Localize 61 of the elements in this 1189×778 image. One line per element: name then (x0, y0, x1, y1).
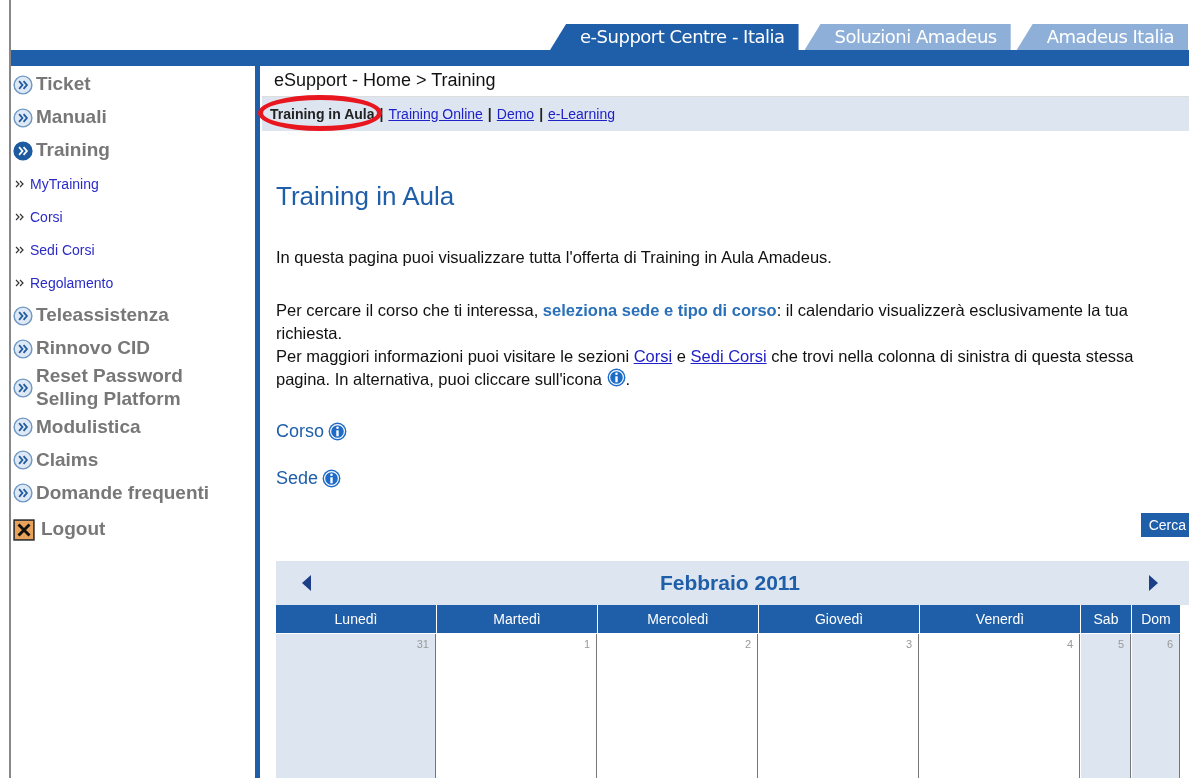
sidebar-item[interactable]: Domande frequenti (36, 481, 210, 505)
info-icon[interactable] (328, 422, 347, 442)
weekday-header: Dom (1132, 605, 1180, 634)
weekday-header: Venerdì (920, 605, 1080, 634)
sidebar-subitem[interactable]: Corsi (30, 208, 63, 225)
header-tab[interactable]: Amadeus Italia (1016, 24, 1188, 50)
sidebar-subitem[interactable]: Sedi Corsi (30, 241, 95, 258)
day-number: 1 (583, 638, 590, 652)
corsi-link[interactable]: Corsi (633, 347, 673, 366)
previous-month-icon[interactable] (302, 574, 312, 593)
info-icon[interactable] (322, 469, 342, 489)
day-cell[interactable]: 5 (1081, 634, 1131, 778)
weekday-header: Sab (1081, 605, 1131, 634)
page-title: Training in Aula (276, 181, 456, 212)
header-tab[interactable]: e-Support Centre - Italia (550, 24, 799, 50)
sidebar-item[interactable]: Rinnovo CID (36, 337, 150, 360)
double-chevron-icon (15, 245, 25, 254)
day-number: 2 (744, 638, 751, 652)
header-tab[interactable]: Soluzioni Amadeus (804, 24, 1011, 50)
sidebar-item[interactable]: Ticket (36, 73, 91, 96)
sedi-corsi-link[interactable]: Sedi Corsi (690, 347, 767, 366)
separator: | (539, 106, 544, 122)
sidebar-item[interactable]: Manuali (36, 106, 107, 129)
logout-link[interactable]: Logout (41, 518, 106, 541)
intro-text: In questa pagina puoi visualizzare tutta l'offerta di Training in Aula Amadeus. (276, 247, 833, 268)
subnav-link[interactable]: Demo (496, 106, 535, 122)
sidebar-item[interactable]: Modulistica (36, 415, 141, 439)
day-number: 31 (416, 638, 429, 652)
more-info-text: Per maggiori informazioni puoi visitare le sezioni Corsi e Sedi Corsi che trovi nella colonna di sinistra di questa stessa pagina. In alternativa, puoi cliccare sull'icona . (276, 346, 1135, 391)
day-number: 5 (1117, 638, 1124, 652)
weekday-header: Martedì (437, 605, 597, 634)
filter-label: Corso (276, 421, 324, 443)
day-number: 6 (1166, 638, 1173, 652)
subnav-link[interactable]: Training Online (388, 106, 483, 122)
double-chevron-icon (15, 278, 25, 287)
info-icon[interactable] (606, 368, 626, 388)
weekday-header: Mercoledì (598, 605, 758, 634)
month-title: Febbraio 2011 (659, 571, 801, 596)
sidebar-subitem[interactable]: Regolamento (30, 274, 114, 291)
search-button[interactable]: Cerca (1140, 513, 1189, 538)
sidebar-item[interactable]: Teleassistenza (36, 304, 169, 327)
day-number: 3 (905, 638, 912, 652)
instructions-text: Per cercare il corso che ti interessa, seleziona sede e tipo di corso: il calendario visualizzerà esclusivamente la tua richiesta. (276, 300, 1129, 345)
sidebar-item[interactable]: Reset Password Selling Platform (36, 365, 216, 411)
subnav-link[interactable]: e-Learning (548, 106, 615, 122)
filter-label: Sede (276, 468, 319, 490)
sidebar-item[interactable]: Training (36, 139, 110, 162)
double-chevron-icon (15, 212, 25, 221)
day-cell[interactable]: 6 (1132, 634, 1180, 778)
day-cell[interactable]: 31 (276, 634, 436, 778)
sidebar-item[interactable]: Claims (36, 448, 99, 472)
weekday-header: Giovedì (759, 605, 919, 634)
close-box-icon (13, 518, 35, 541)
separator: | (379, 106, 384, 122)
weekday-header: Lunedì (276, 605, 436, 634)
double-chevron-icon (15, 179, 25, 188)
separator: | (487, 106, 492, 122)
sidebar-subitem[interactable]: MyTraining (30, 175, 99, 192)
day-number: 4 (1066, 638, 1073, 652)
subnav-link[interactable]: Training in Aula (270, 106, 375, 122)
next-month-icon[interactable] (1148, 574, 1158, 593)
